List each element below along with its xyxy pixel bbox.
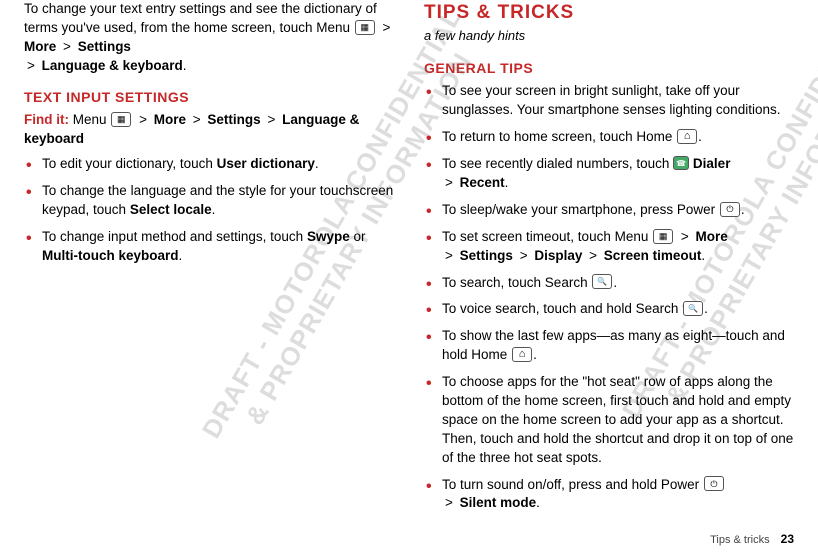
list-item: To voice search, touch and hold Search . xyxy=(424,300,794,319)
bullet-text: To change input method and settings, tou… xyxy=(42,229,307,244)
list-item: To return to home screen, touch Home . xyxy=(424,128,794,147)
list-item: To sleep/wake your smartphone, press Pow… xyxy=(424,201,794,220)
list-item: To change input method and settings, tou… xyxy=(24,228,394,266)
display-label: Display xyxy=(534,248,582,263)
bullet-bold: Select locale xyxy=(130,202,212,217)
list-item: To turn sound on/off, press and hold Pow… xyxy=(424,476,794,514)
gt-sep: > xyxy=(27,58,35,73)
period: . xyxy=(741,202,745,217)
tip-text: To see recently dialed numbers, touch xyxy=(442,156,669,171)
period: . xyxy=(698,129,702,144)
menu-icon xyxy=(653,229,673,244)
left-bullet-list: To edit your dictionary, touch User dict… xyxy=(24,155,394,265)
intro-more: More xyxy=(24,39,56,54)
gt-sep: > xyxy=(445,175,453,190)
page-content: To change your text entry settings and s… xyxy=(0,0,818,521)
bullet-bold: Swype xyxy=(307,229,350,244)
list-item: To choose apps for the "hot seat" row of… xyxy=(424,373,794,467)
intro-text: To change your text entry settings and s… xyxy=(24,1,377,35)
list-item: To show the last few apps—as many as eig… xyxy=(424,327,794,365)
right-column: TIPS & TRICKS a few handy hints GENERAL … xyxy=(424,0,794,521)
power-icon xyxy=(704,476,724,491)
bullet-bold: User dictionary xyxy=(217,156,315,171)
gt-sep: > xyxy=(445,248,453,263)
find-it-more: More xyxy=(154,112,186,127)
bullet-bold: Multi-touch keyboard xyxy=(42,248,179,263)
tip-text: To see your screen in bright sunlight, t… xyxy=(442,83,780,117)
gt-sep: > xyxy=(139,112,147,127)
gt-sep: > xyxy=(193,112,201,127)
tip-text: To sleep/wake your smartphone, press Pow… xyxy=(442,202,715,217)
period: . xyxy=(704,301,708,316)
tip-text: To show the last few apps—as many as eig… xyxy=(442,328,785,362)
period: . xyxy=(533,347,537,362)
gt-sep: > xyxy=(681,229,689,244)
tips-subtitle: a few handy hints xyxy=(424,27,794,45)
tip-text: To choose apps for the "hot seat" row of… xyxy=(442,374,793,465)
gt-sep: > xyxy=(520,248,528,263)
period: . xyxy=(701,248,705,263)
section-heading-general: GENERAL TIPS xyxy=(424,59,794,79)
tip-text: To voice search, touch and hold Search xyxy=(442,301,678,316)
period: . xyxy=(613,275,617,290)
find-it-menu: Menu xyxy=(73,112,107,127)
intro-paragraph: To change your text entry settings and s… xyxy=(24,0,394,76)
timeout-label: Screen timeout xyxy=(604,248,702,263)
list-item: To edit your dictionary, touch User dict… xyxy=(24,155,394,174)
list-item: To see recently dialed numbers, touch Di… xyxy=(424,155,794,193)
more-label: More xyxy=(696,229,728,244)
settings-label: Settings xyxy=(460,248,513,263)
left-column: To change your text entry settings and s… xyxy=(24,0,394,521)
footer-label: Tips & tricks xyxy=(710,534,770,546)
gt-sep: > xyxy=(445,495,453,510)
tip-text: To set screen timeout, touch Menu xyxy=(442,229,648,244)
bullet-post: . xyxy=(179,248,183,263)
tip-text: To return to home screen, touch Home xyxy=(442,129,672,144)
list-item: To change the language and the style for… xyxy=(24,182,394,220)
gt-sep: > xyxy=(267,112,275,127)
intro-lang: Language & keyboard xyxy=(42,58,183,73)
bullet-post: . xyxy=(315,156,319,171)
home-icon xyxy=(512,347,532,362)
silent-label: Silent mode xyxy=(460,495,537,510)
gt-sep: > xyxy=(589,248,597,263)
search-icon xyxy=(592,274,612,289)
menu-icon xyxy=(111,112,131,127)
bullet-post: . xyxy=(212,202,216,217)
bullet-mid: or xyxy=(350,229,366,244)
intro-settings: Settings xyxy=(78,39,131,54)
dialer-icon xyxy=(673,156,689,170)
gt-sep: > xyxy=(63,39,71,54)
period: . xyxy=(536,495,540,510)
dialer-label: Dialer xyxy=(693,156,731,171)
power-icon xyxy=(720,202,740,217)
list-item: To see your screen in bright sunlight, t… xyxy=(424,82,794,120)
period: . xyxy=(505,175,509,190)
tip-text: To turn sound on/off, press and hold Pow… xyxy=(442,477,699,492)
list-item: To set screen timeout, touch Menu > More… xyxy=(424,228,794,266)
page-footer: Tips & tricks 23 xyxy=(710,531,794,548)
period: . xyxy=(183,58,187,73)
gt-sep: > xyxy=(383,20,391,35)
find-it-line: Find it: Menu > More > Settings > Langua… xyxy=(24,111,394,149)
bullet-text: To edit your dictionary, touch xyxy=(42,156,217,171)
page-number: 23 xyxy=(781,532,794,546)
menu-icon xyxy=(355,20,375,35)
bullet-text: To change the language and the style for… xyxy=(42,183,393,217)
section-heading-text-input: TEXT INPUT SETTINGS xyxy=(24,88,394,108)
tip-text: To search, touch Search xyxy=(442,275,588,290)
home-icon xyxy=(677,129,697,144)
list-item: To search, touch Search . xyxy=(424,274,794,293)
tips-list: To see your screen in bright sunlight, t… xyxy=(424,82,794,513)
find-it-label: Find it: xyxy=(24,112,69,127)
recent-label: Recent xyxy=(460,175,505,190)
find-it-settings: Settings xyxy=(207,112,260,127)
tips-title: TIPS & TRICKS xyxy=(424,0,794,27)
search-icon xyxy=(683,301,703,316)
